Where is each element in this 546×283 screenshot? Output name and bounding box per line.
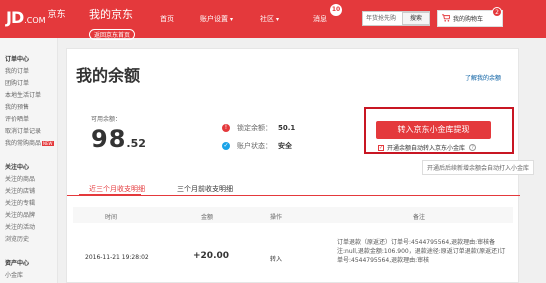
- sidebar-item-followed-brands[interactable]: 关注的品牌: [5, 210, 35, 219]
- detail-tabs: 近三个月收支明细 三个月前收支明细: [67, 180, 520, 196]
- sidebar: 订单中心 我的订单 团购订单 本地生活订单 我的预售 评价晒单 取消订单记录 我…: [0, 38, 58, 283]
- account-status-row: ✓ 账户状态： 安全: [222, 141, 292, 151]
- withdraw-highlight-frame: 转入京东小金库提现 ✓ 开通余额自动转入京东小金库 ?: [364, 107, 514, 154]
- help-link[interactable]: 了解我的余额: [465, 73, 501, 82]
- chevron-down-icon: ▾: [276, 16, 280, 23]
- cart-label: 我的购物车: [453, 16, 484, 23]
- sidebar-item-vault[interactable]: 小金库: [5, 270, 29, 279]
- locked-balance-label: 锁定余额：: [237, 124, 272, 132]
- logo-jd-text: JD: [6, 8, 24, 27]
- check-icon: ✓: [222, 142, 230, 150]
- message-count-badge: 10: [330, 4, 342, 16]
- sidebar-item-presale[interactable]: 我的预售: [5, 102, 54, 111]
- auto-transfer-label: 开通余额自动转入京东小金库: [387, 145, 466, 152]
- nav-community-label: 社区: [260, 15, 274, 23]
- nav-home[interactable]: 首页: [160, 14, 174, 24]
- table-row: 2016-11-21 19:28:02 +20.00 转入 订单退款（原返还）订…: [73, 224, 513, 283]
- locked-balance-value: 50.1: [278, 124, 296, 132]
- balance-panel: 我的余额 了解我的余额 可用余额： 98.52 ! 锁定余额： 50.1 ✓ 账…: [66, 48, 535, 283]
- logo-com-text: .COM: [24, 16, 46, 25]
- sidebar-item-followed-albums[interactable]: 关注的专辑: [5, 198, 35, 207]
- tab-before-three-months[interactable]: 三个月前收支明细: [177, 184, 233, 194]
- lock-icon: !: [222, 124, 230, 132]
- nav-community[interactable]: 社区 ▾: [260, 14, 279, 24]
- help-icon[interactable]: ?: [469, 144, 477, 151]
- jd-logo[interactable]: JD .COM 京东: [6, 8, 66, 27]
- active-tab-indicator: [79, 194, 141, 196]
- available-balance-int: 98: [91, 125, 127, 153]
- available-balance-label: 可用余额：: [91, 116, 122, 123]
- auto-transfer-row: ✓ 开通余额自动转入京东小金库 ?: [378, 143, 477, 152]
- auto-transfer-tooltip: 开通后后续新增余额会自动打入小金库: [422, 160, 535, 175]
- back-home-link[interactable]: 返回京东首页: [89, 29, 136, 40]
- nav-account-settings[interactable]: 账户设置 ▾: [200, 14, 233, 24]
- sidebar-item-reviews[interactable]: 评价晒单: [5, 114, 54, 123]
- sidebar-group-title: 资产中心: [5, 260, 30, 267]
- search-button[interactable]: 搜索: [402, 12, 430, 25]
- row-time: 2016-11-21 19:28:02: [85, 254, 149, 261]
- col-time: 时间: [105, 214, 118, 221]
- my-jd-title[interactable]: 我的京东: [89, 6, 135, 22]
- sidebar-group-title: 关注中心: [5, 164, 30, 171]
- logo-cn-text: 京东: [47, 10, 66, 20]
- sidebar-item-local-orders[interactable]: 本地生活订单: [5, 90, 54, 99]
- cart-count-badge: 2: [492, 7, 502, 17]
- sidebar-item-followed-shops[interactable]: 关注的店铺: [5, 186, 35, 195]
- chevron-down-icon: ▾: [230, 16, 234, 23]
- row-operation: 转入: [270, 256, 283, 263]
- sidebar-group-title: 订单中心: [5, 56, 30, 63]
- available-balance-value: 98.52: [91, 125, 146, 153]
- sidebar-item-group-orders[interactable]: 团购订单: [5, 78, 54, 87]
- account-status-value: 安全: [278, 142, 292, 150]
- my-jd-block: 我的京东 返回京东首页: [89, 6, 136, 41]
- sidebar-group-orders: 订单中心 我的订单 团购订单 本地生活订单 我的预售 评价晒单 取消订单记录 我…: [5, 54, 54, 150]
- available-balance-dec: .52: [126, 137, 146, 150]
- sidebar-group-follow: 关注中心 关注的商品 关注的店铺 关注的专辑 关注的品牌 关注的活动 浏览历史: [5, 162, 35, 246]
- row-amount: +20.00: [193, 251, 230, 261]
- nav-account-label: 账户设置: [200, 15, 228, 23]
- sidebar-item-cancelled[interactable]: 取消订单记录: [5, 126, 54, 135]
- locked-balance-row: ! 锁定余额： 50.1: [222, 123, 295, 133]
- sidebar-item-followed-activities[interactable]: 关注的活动: [5, 222, 35, 231]
- top-header: JD .COM 京东 我的京东 返回京东首页 首页 账户设置 ▾ 社区 ▾ 消息 1…: [0, 0, 546, 41]
- nav-messages-label: 消息: [313, 15, 327, 23]
- sidebar-item-history[interactable]: 浏览历史: [5, 234, 35, 243]
- col-amount: 金额: [201, 214, 214, 221]
- col-remark: 备注: [413, 214, 426, 221]
- account-status-label: 账户状态：: [237, 142, 272, 150]
- withdraw-to-vault-button[interactable]: 转入京东小金库提现: [376, 121, 491, 139]
- tab-recent-three-months[interactable]: 近三个月收支明细: [89, 184, 145, 194]
- cart-icon: [442, 13, 451, 24]
- sidebar-item-followed-products[interactable]: 关注的商品: [5, 174, 35, 183]
- sidebar-item-my-orders[interactable]: 我的订单: [5, 66, 54, 75]
- new-badge: NEW: [42, 141, 54, 146]
- auto-transfer-checkbox[interactable]: ✓: [378, 144, 384, 151]
- nav-messages[interactable]: 消息: [313, 14, 327, 24]
- sidebar-item-frequent-label: 我的常购商品: [5, 140, 42, 147]
- sidebar-item-frequent[interactable]: 我的常购商品 NEW: [5, 138, 54, 147]
- col-operation: 操作: [270, 214, 283, 221]
- row-remark: 订单退款（原返还）订单号:4544795564,退款理由:审核备注:null,退…: [337, 239, 506, 264]
- page-title: 我的余额: [76, 66, 141, 85]
- sidebar-group-assets: 资产中心 小金库: [5, 258, 29, 282]
- nav-home-label: 首页: [160, 15, 174, 23]
- table-header: 时间 金额 操作 备注: [73, 207, 513, 223]
